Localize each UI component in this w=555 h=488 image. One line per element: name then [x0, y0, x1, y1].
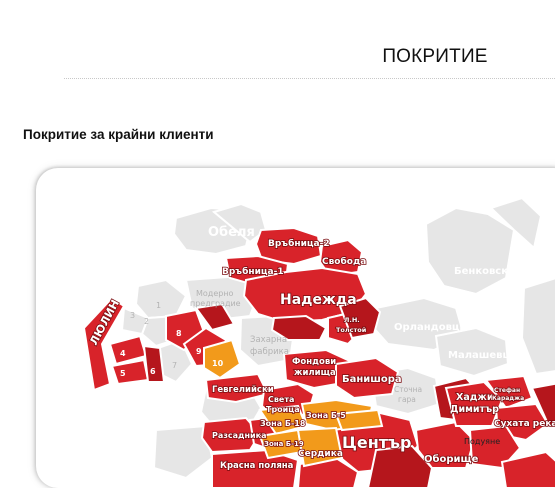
- label-zone-1: 1: [156, 301, 161, 310]
- label-zone-3: 3: [130, 311, 135, 320]
- label-podujane: Подуяне: [464, 437, 500, 446]
- label-tolstoy-1: Л.Н.: [344, 316, 360, 324]
- district-benkovski-shape[interactable]: [424, 206, 516, 296]
- section-heading: Покритие за крайни клиенти: [23, 127, 214, 142]
- label-zone-5: 5: [120, 369, 126, 378]
- title-divider: [64, 78, 555, 79]
- label-suhata-reka: Сухата река: [494, 419, 555, 429]
- label-razsadnika: Разсадника: [212, 431, 266, 440]
- district-serdika-shape[interactable]: [296, 426, 344, 468]
- label-gevgeliyski: Гевгелийски: [212, 385, 274, 395]
- label-zona-b5: Зона Б-5: [306, 411, 346, 420]
- label-nadezhda: Надежда: [280, 292, 357, 308]
- label-moderno-2: предградие: [190, 299, 241, 308]
- label-banishora: Банишора: [342, 374, 402, 385]
- label-sveta-2: Троица: [266, 405, 300, 414]
- label-orlandovtsi: Орландовци: [394, 322, 466, 333]
- label-zona-b19: Зона Б-19: [264, 440, 304, 448]
- label-obelya: Обеля: [208, 225, 255, 240]
- label-stochna-1: Сточна: [394, 385, 422, 394]
- label-sveta-1: Света: [268, 395, 294, 404]
- label-zone-6: 6: [150, 367, 156, 376]
- label-hadzhi-2: Димитър: [450, 404, 499, 415]
- label-benkovski: Бенковски: [454, 266, 515, 277]
- label-stefan-1: Стефан: [494, 387, 520, 394]
- label-zaharna-2: фабрика: [250, 347, 289, 357]
- label-oborishte: Оборище: [424, 453, 479, 465]
- label-tolstoy-2: Толстой: [336, 326, 367, 334]
- coverage-map[interactable]: Обеля Бенковски Орландовци Малашевци Мод…: [36, 168, 555, 488]
- label-tsentar: Център: [342, 433, 412, 452]
- district-grey-right-edge[interactable]: [520, 277, 555, 376]
- label-vrabnitsa1: Връбница-1: [222, 266, 284, 277]
- coverage-map-svg[interactable]: Обеля Бенковски Орландовци Малашевци Мод…: [36, 168, 555, 488]
- label-hadzhi-1: Хаджи: [456, 392, 494, 403]
- label-zone-8: 8: [176, 329, 182, 338]
- label-zone-10: 10: [212, 359, 224, 368]
- label-stefan-2: Караджа: [492, 395, 524, 402]
- label-zaharna-1: Захарна: [250, 335, 287, 345]
- label-krasna-polyana: Красна поляна: [220, 461, 294, 471]
- label-moderno-1: Модерно: [196, 289, 234, 298]
- label-serdika: Сердика: [298, 449, 343, 459]
- district-left-grey-1[interactable]: [134, 278, 188, 320]
- label-vrabnitsa2: Връбница-2: [268, 238, 330, 249]
- district-zone6-shape[interactable]: [142, 344, 166, 383]
- label-stochna-2: гара: [398, 395, 416, 404]
- label-fondovi-2: жилища: [294, 368, 336, 378]
- label-malashevtsi: Малашевци: [448, 350, 517, 361]
- label-svoboda: Свобода: [322, 256, 366, 267]
- label-fondovi-1: Фондови: [292, 357, 336, 367]
- label-zone-9: 9: [196, 347, 202, 356]
- label-zone-7: 7: [172, 361, 177, 370]
- label-zone-4: 4: [120, 349, 126, 358]
- page-title: ПОКРИТИЕ: [382, 46, 488, 67]
- label-zone-2: 2: [144, 317, 149, 326]
- label-zona-b18: Зона Б-18: [260, 419, 306, 428]
